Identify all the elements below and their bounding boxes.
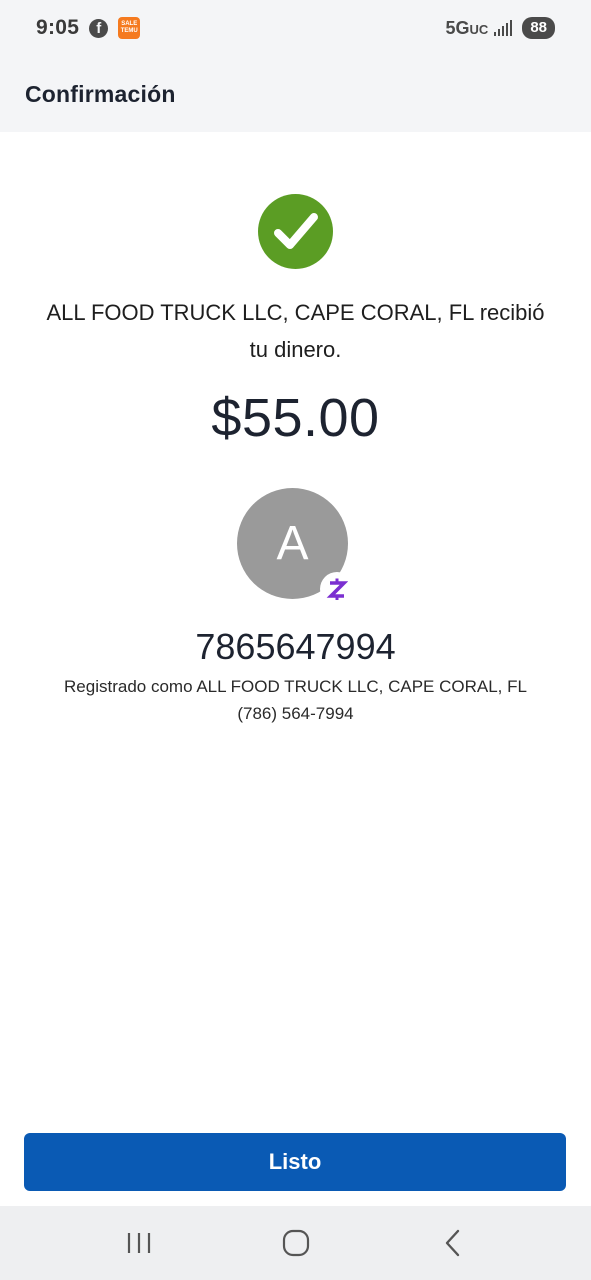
page-title: Confirmación: [25, 80, 176, 107]
status-time: 9:05: [36, 16, 80, 39]
payment-amount: $55.00: [211, 388, 380, 448]
recent-apps-icon[interactable]: [109, 1213, 169, 1273]
app-header: Confirmación: [0, 56, 591, 132]
avatar-initial: A: [276, 517, 309, 570]
system-navigation-bar: [0, 1206, 591, 1280]
facebook-icon: f: [89, 18, 109, 38]
temu-app-icon: SALE TEMU: [118, 17, 141, 39]
confirmation-message-line1: ALL FOOD TRUCK LLC, CAPE CORAL, FL recib…: [46, 300, 545, 325]
status-right: 5GUC 88: [446, 17, 555, 39]
confirmation-message: ALL FOOD TRUCK LLC, CAPE CORAL, FL recib…: [20, 294, 571, 368]
back-icon[interactable]: [423, 1213, 483, 1273]
done-button[interactable]: Listo: [24, 1133, 566, 1191]
check-circle-icon: [258, 194, 333, 269]
confirmation-screen: 9:05 f SALE TEMU 5GUC 88 Confirmación AL…: [0, 0, 591, 1280]
home-icon[interactable]: [266, 1213, 326, 1273]
status-bar: 9:05 f SALE TEMU 5GUC 88: [0, 0, 591, 56]
signal-icon: [494, 20, 513, 36]
recipient-id: 7865647994: [195, 626, 396, 667]
battery-indicator: 88: [522, 17, 555, 39]
zelle-logo-icon: [320, 572, 354, 606]
network-indicator: 5GUC: [445, 17, 489, 38]
recipient-details: Registrado como ALL FOOD TRUCK LLC, CAPE…: [20, 673, 571, 727]
status-left: 9:05 f SALE TEMU: [36, 16, 141, 40]
registered-as-text: Registrado como ALL FOOD TRUCK LLC, CAPE…: [64, 677, 527, 696]
confirmation-message-line2: tu dinero.: [249, 337, 342, 362]
recipient-phone: (786) 564-7994: [237, 704, 354, 723]
